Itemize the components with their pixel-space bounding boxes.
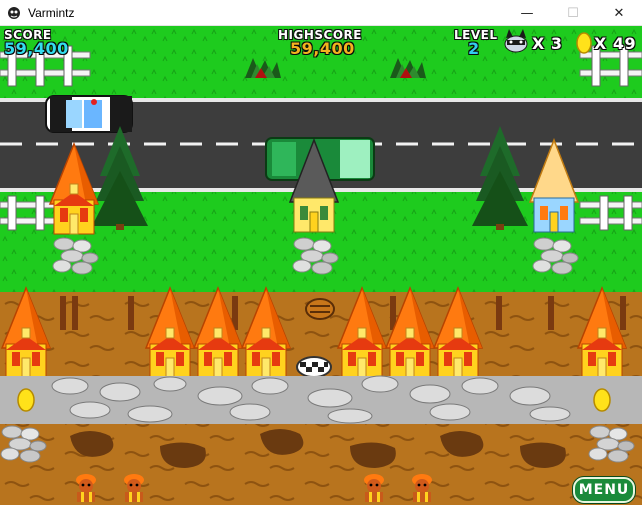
close-button[interactable]: ✕ bbox=[596, 0, 642, 26]
game-canvas[interactable]: SCORE 59,400 HIGHSCORE 59,400 LEVEL 2 X … bbox=[0, 26, 642, 505]
menu-button[interactable]: MENU bbox=[573, 477, 635, 503]
window-title: Varmintz bbox=[28, 5, 75, 20]
golden-egg-icon bbox=[576, 32, 592, 54]
eggs-count: X 49 bbox=[594, 34, 637, 53]
minimize-button[interactable]: — bbox=[504, 0, 550, 26]
golden-egg-left bbox=[17, 388, 35, 412]
lives-count: X 3 bbox=[532, 34, 563, 53]
checkered-goal bbox=[296, 356, 332, 378]
score-value: 59,400 bbox=[4, 39, 69, 58]
police-car bbox=[45, 95, 133, 133]
gopher-player bbox=[305, 298, 335, 320]
level-value: 2 bbox=[468, 39, 480, 58]
window-titlebar: Varmintz — ☐ ✕ bbox=[0, 0, 642, 26]
app-icon bbox=[6, 5, 22, 21]
highscore-value: 59,400 bbox=[290, 39, 355, 58]
maximize-button[interactable]: ☐ bbox=[550, 0, 596, 26]
stone-wall bbox=[0, 375, 642, 424]
golden-egg-right bbox=[593, 388, 611, 412]
